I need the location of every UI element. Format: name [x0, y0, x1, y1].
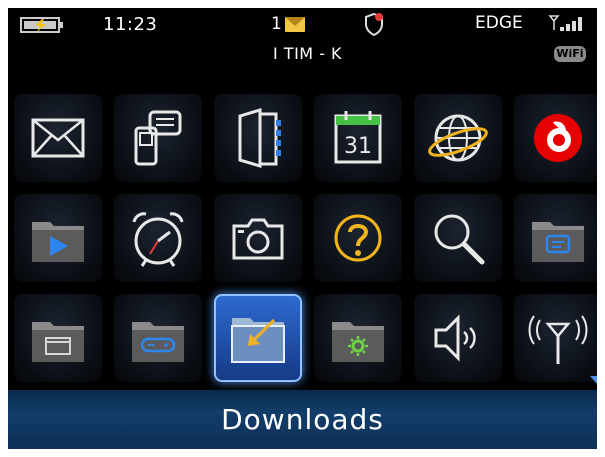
network-type: EDGE — [475, 13, 523, 33]
app-browser[interactable] — [414, 94, 502, 182]
im-folder-icon — [532, 222, 584, 262]
help-icon — [334, 214, 382, 262]
clock-icon — [132, 212, 184, 267]
message-indicator[interactable]: 1 — [271, 14, 305, 34]
app-messages[interactable] — [14, 94, 102, 182]
search-icon — [434, 214, 485, 265]
battery-icon — [20, 17, 63, 33]
selected-app-label-bar: Downloads — [8, 390, 597, 449]
applications-folder-icon — [32, 322, 84, 362]
app-im-folder[interactable] — [514, 194, 597, 282]
clock-time: 11:23 — [103, 14, 158, 35]
app-media[interactable] — [14, 194, 102, 282]
manage-connections-icon — [528, 315, 588, 364]
app-manage-connections[interactable] — [514, 294, 597, 382]
settings-folder-icon — [332, 322, 384, 362]
app-clock[interactable] — [114, 194, 202, 282]
app-camera[interactable] — [214, 194, 302, 282]
app-instant-messaging[interactable] — [114, 94, 202, 182]
app-games[interactable] — [114, 294, 202, 382]
selected-app-label: Downloads — [221, 403, 384, 436]
app-settings[interactable] — [314, 294, 402, 382]
calendar-day: 31 — [344, 134, 372, 159]
contacts-icon — [238, 107, 281, 169]
app-sound-profiles[interactable] — [414, 294, 502, 382]
app-calendar[interactable]: 31 — [314, 94, 402, 182]
media-folder-icon — [32, 222, 84, 262]
browser-icon — [428, 114, 488, 162]
vodafone-icon — [534, 114, 582, 162]
security-shield-icon — [365, 12, 383, 36]
camera-icon — [232, 218, 284, 260]
app-vodafone[interactable] — [514, 94, 597, 182]
app-search[interactable] — [414, 194, 502, 282]
app-help[interactable] — [314, 194, 402, 282]
downloads-folder-icon — [231, 318, 285, 363]
envelope-icon — [284, 16, 305, 32]
app-downloads[interactable] — [214, 294, 302, 382]
device-screen: 11:23 1 I TIM - K EDGE WiFi 31 Downloads — [8, 8, 597, 449]
carrier-name: I TIM - K — [273, 44, 343, 63]
status-bar: 11:23 1 I TIM - K EDGE WiFi — [8, 8, 597, 86]
signal-strength-icon — [548, 15, 582, 31]
message-count: 1 — [271, 14, 282, 34]
instant-messaging-icon — [134, 110, 182, 166]
app-applications[interactable] — [14, 294, 102, 382]
games-folder-icon — [132, 322, 184, 362]
app-contacts[interactable] — [214, 94, 302, 182]
messages-icon — [31, 118, 85, 158]
calendar-icon: 31 — [334, 111, 382, 164]
sound-profiles-icon — [434, 314, 476, 362]
wifi-badge: WiFi — [554, 46, 586, 62]
app-icon-grid: 31 — [8, 94, 597, 382]
scroll-down-indicator-icon — [590, 376, 597, 384]
